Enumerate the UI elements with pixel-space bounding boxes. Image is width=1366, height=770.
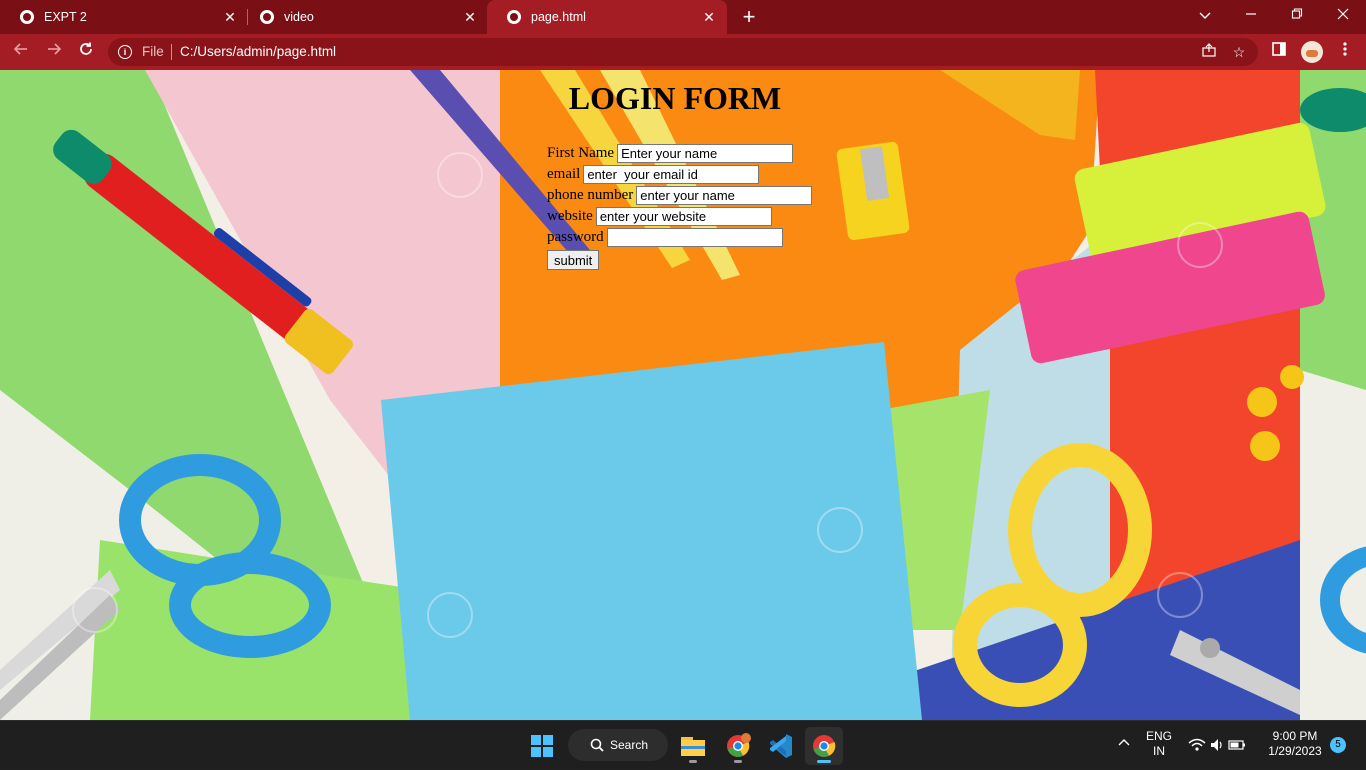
globe-icon: [260, 10, 274, 24]
date-label: 1/29/2023: [1268, 744, 1322, 758]
reload-icon: [80, 42, 92, 55]
form-row-phone: phone number: [547, 185, 819, 206]
email-label: email: [547, 166, 581, 182]
wifi-icon: [1188, 738, 1206, 751]
arrow-left-icon: [13, 43, 27, 55]
battery-icon: [1228, 740, 1245, 750]
profile-avatar[interactable]: [1301, 41, 1323, 63]
tab-video[interactable]: video ✕: [240, 0, 488, 34]
chrome-active-button[interactable]: [805, 727, 843, 765]
back-button[interactable]: [10, 41, 32, 63]
url-text[interactable]: C:/Users/admin/page.html: [180, 44, 336, 59]
close-tab-icon[interactable]: ✕: [462, 9, 478, 25]
chevron-up-icon: [1118, 739, 1130, 746]
login-form: LOGIN FORM First Name email phone number…: [547, 70, 819, 270]
vscode-button[interactable]: [762, 727, 800, 765]
phone-number-input[interactable]: [636, 186, 813, 205]
quick-settings-button[interactable]: [1187, 735, 1247, 755]
restore-icon: [1291, 8, 1303, 19]
form-row-website: website: [547, 206, 819, 227]
taskbar-search[interactable]: Search: [568, 729, 668, 761]
chrome-profile-button[interactable]: [719, 727, 757, 765]
close-icon: [1337, 8, 1349, 20]
side-panel-icon: [1272, 42, 1286, 56]
info-icon[interactable]: i: [118, 45, 132, 59]
page-viewport: LOGIN FORM First Name email phone number…: [0, 70, 1366, 720]
search-icon: [590, 738, 604, 752]
globe-icon: [20, 10, 34, 24]
tab-expt2[interactable]: EXPT 2 ✕: [0, 0, 248, 34]
tab-page-html[interactable]: page.html ✕: [487, 0, 727, 34]
volume-icon: [1211, 739, 1222, 751]
form-row-password: password: [547, 227, 819, 248]
bookmark-star-icon[interactable]: ☆: [1230, 43, 1248, 61]
language-indicator[interactable]: ENG IN: [1143, 729, 1175, 759]
arrow-right-icon: [48, 43, 62, 55]
close-window-button[interactable]: [1320, 0, 1366, 34]
vscode-icon: [770, 734, 792, 758]
show-hidden-icons-button[interactable]: [1116, 735, 1132, 749]
start-button[interactable]: [523, 727, 561, 765]
globe-icon: [507, 10, 521, 24]
region-label: IN: [1153, 744, 1165, 758]
page-title: LOGIN FORM: [568, 80, 782, 116]
form-row-first-name: First Name: [547, 143, 819, 164]
new-tab-button[interactable]: +: [738, 6, 760, 28]
clock[interactable]: 9:00 PM 1/29/2023: [1260, 729, 1330, 759]
email-input[interactable]: [583, 165, 760, 184]
minimize-button[interactable]: [1228, 0, 1274, 34]
tab-title: page.html: [531, 10, 586, 24]
tab-search-button[interactable]: [1182, 0, 1228, 34]
chevron-down-icon: [1199, 12, 1211, 19]
running-indicator: [734, 760, 742, 763]
submit-button[interactable]: submit: [547, 250, 600, 270]
time-label: 9:00 PM: [1272, 729, 1318, 743]
restore-button[interactable]: [1274, 0, 1320, 34]
form-row-email: email: [547, 164, 819, 185]
phone-number-label: phone number: [547, 187, 634, 203]
file-explorer-button[interactable]: [674, 727, 712, 765]
windows-logo-icon: [531, 735, 553, 757]
share-icon[interactable]: [1200, 43, 1218, 61]
close-tab-icon[interactable]: ✕: [701, 9, 717, 25]
language-label: ENG: [1145, 729, 1172, 743]
address-bar[interactable]: i File C:/Users/admin/page.html ☆: [108, 38, 1258, 66]
kebab-menu-icon: [1343, 42, 1347, 56]
side-panel-button[interactable]: [1268, 41, 1290, 63]
website-label: website: [547, 208, 593, 224]
reload-button[interactable]: [75, 41, 97, 63]
tab-title: video: [284, 10, 314, 24]
browser-toolbar: i File C:/Users/admin/page.html ☆: [0, 34, 1366, 70]
search-label: Search: [610, 738, 649, 752]
scheme-label: File: [142, 44, 164, 59]
omnibox-divider: [171, 44, 172, 60]
password-input[interactable]: [606, 228, 783, 247]
first-name-input[interactable]: [617, 144, 794, 163]
website-input[interactable]: [595, 207, 772, 226]
notification-badge[interactable]: 5: [1330, 737, 1346, 753]
running-indicator: [689, 760, 697, 763]
menu-button[interactable]: [1334, 41, 1356, 63]
tab-strip: EXPT 2 ✕ video ✕ page.html ✕ +: [0, 0, 1366, 34]
windows-taskbar: Search ENG IN 9:00 PM 1/29/2023 5: [0, 720, 1366, 769]
password-label: password: [547, 229, 604, 245]
minimize-icon: [1246, 13, 1256, 15]
forward-button[interactable]: [43, 41, 65, 63]
tab-title: EXPT 2: [44, 10, 87, 24]
close-tab-icon[interactable]: ✕: [222, 9, 238, 25]
active-indicator: [817, 760, 831, 763]
first-name-label: First Name: [547, 145, 615, 161]
